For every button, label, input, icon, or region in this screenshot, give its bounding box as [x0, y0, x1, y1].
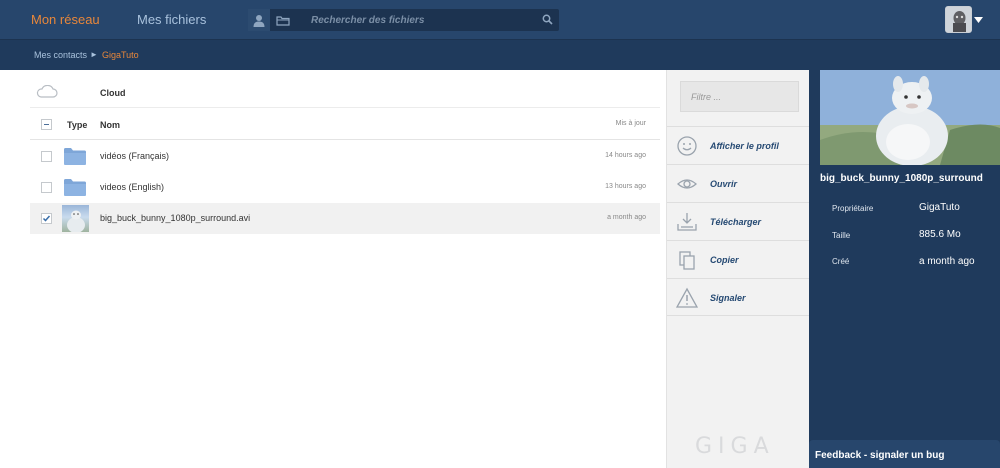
meta-value-taille: 885.6 Mo — [919, 229, 961, 240]
meta-value-proprietaire: GigaTuto — [919, 202, 960, 213]
checkmark-icon — [42, 215, 51, 222]
breadcrumb: Mes contacts ► GigaTuto — [0, 40, 1000, 70]
search-scope-files-button[interactable] — [272, 9, 294, 31]
video-preview — [820, 70, 1000, 165]
download-icon — [677, 213, 697, 231]
action-signaler[interactable]: Signaler — [667, 278, 810, 316]
column-header-nom[interactable]: Nom — [100, 120, 120, 130]
avatar — [945, 6, 972, 33]
file-date: a month ago — [607, 214, 646, 221]
actions-panel: Afficher le profil Ouvrir Télécharger Co… — [666, 70, 810, 468]
cloud-root-row[interactable]: Cloud — [30, 70, 660, 108]
breadcrumb-current: GigaTuto — [102, 50, 139, 60]
copy-icon — [679, 251, 695, 270]
meta-value-cree: a month ago — [919, 256, 975, 267]
file-name[interactable]: big_buck_bunny_1080p_surround.avi — [100, 213, 250, 223]
table-header: Type Nom Mis à jour — [30, 108, 660, 140]
search-icon[interactable] — [542, 14, 553, 25]
file-date: 14 hours ago — [605, 152, 646, 159]
action-ouvrir[interactable]: Ouvrir — [667, 164, 810, 202]
file-title: big_buck_bunny_1080p_surround — [820, 173, 983, 184]
video-thumbnail — [62, 205, 89, 232]
table-row[interactable]: videos (English) 13 hours ago — [30, 172, 660, 203]
action-label: Télécharger — [710, 217, 762, 227]
cloud-icon — [36, 85, 58, 98]
action-label: Afficher le profil — [710, 141, 779, 151]
chevron-down-icon — [974, 17, 983, 23]
smiley-icon — [677, 136, 697, 156]
select-all-checkbox[interactable] — [41, 119, 52, 130]
file-details-panel: big_buck_bunny_1080p_surround Propriétai… — [809, 70, 1000, 468]
folder-outline-icon — [276, 15, 290, 26]
folder-icon — [64, 148, 86, 165]
user-menu[interactable] — [945, 6, 985, 34]
meta-key-proprietaire: Propriétaire — [832, 204, 874, 213]
column-header-mis-a-jour[interactable]: Mis à jour — [616, 120, 646, 127]
nav-mon-reseau[interactable]: Mon réseau — [31, 12, 100, 27]
meta-key-cree: Créé — [832, 257, 850, 266]
action-afficher-profil[interactable]: Afficher le profil — [667, 126, 810, 164]
top-navigation-bar: Mon réseau Mes fichiers — [0, 0, 1000, 40]
file-date: 13 hours ago — [605, 183, 646, 190]
action-copier[interactable]: Copier — [667, 240, 810, 278]
column-header-type[interactable]: Type — [67, 120, 87, 130]
action-label: Ouvrir — [710, 179, 738, 189]
action-label: Copier — [710, 255, 739, 265]
table-row[interactable]: big_buck_bunny_1080p_surround.avi a mont… — [30, 203, 660, 234]
row-checkbox[interactable] — [41, 182, 52, 193]
breadcrumb-mes-contacts[interactable]: Mes contacts — [34, 50, 87, 60]
row-checkbox[interactable] — [41, 151, 52, 162]
action-label: Signaler — [710, 293, 746, 303]
nav-mes-fichiers[interactable]: Mes fichiers — [137, 12, 206, 27]
search-input[interactable] — [304, 9, 534, 31]
meta-key-taille: Taille — [832, 231, 851, 240]
eye-icon — [677, 179, 697, 189]
feedback-button[interactable]: Feedback - signaler un bug — [809, 440, 1000, 468]
user-icon — [253, 14, 265, 27]
action-telecharger[interactable]: Télécharger — [667, 202, 810, 240]
row-checkbox-checked[interactable] — [41, 213, 52, 224]
filter-input[interactable] — [680, 81, 799, 112]
search-bar — [248, 9, 559, 31]
folder-icon — [64, 179, 86, 196]
cloud-label: Cloud — [100, 88, 126, 98]
file-name[interactable]: videos (English) — [100, 182, 164, 192]
file-name[interactable]: vidéos (Français) — [100, 151, 169, 161]
feedback-label: Feedback - signaler un bug — [815, 450, 945, 461]
giga-logo: GIGA — [695, 434, 775, 459]
breadcrumb-separator: ► — [90, 50, 98, 59]
search-scope-users-button[interactable] — [248, 9, 270, 31]
table-row[interactable]: vidéos (Français) 14 hours ago — [30, 141, 660, 172]
warning-icon — [676, 287, 698, 308]
